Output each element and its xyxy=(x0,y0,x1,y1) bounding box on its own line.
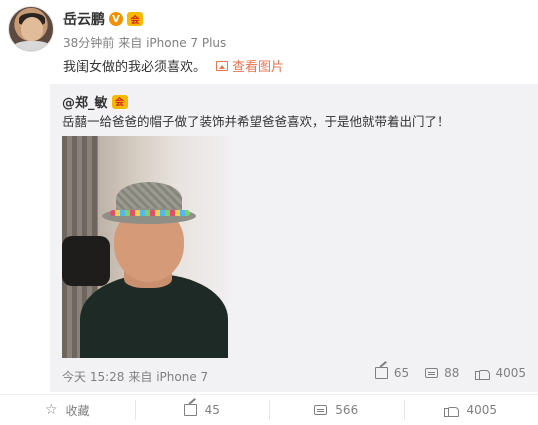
comment-icon xyxy=(314,405,328,415)
repost-comment-button[interactable]: 88 xyxy=(425,366,459,380)
comment-button[interactable]: 566 xyxy=(269,400,404,420)
repost-username[interactable]: @郑_敏 xyxy=(62,92,108,111)
repost-photo[interactable] xyxy=(62,136,228,358)
comment-icon xyxy=(425,368,439,378)
forward-icon xyxy=(374,367,388,379)
favorite-label: 收藏 xyxy=(65,403,90,418)
member-icon[interactable]: 会 xyxy=(111,94,128,109)
repost-source: 来自 iPhone 7 xyxy=(128,370,209,384)
avatar-face xyxy=(21,17,43,41)
action-bar: ☆ 收藏 45 566 4005 xyxy=(0,394,538,425)
star-icon: ☆ xyxy=(44,402,58,418)
picture-icon xyxy=(216,60,229,71)
repost-text: 岳囍一给爸爸的帽子做了装饰并希望爸爸喜欢，于是他就带着出门了！ xyxy=(62,114,450,129)
like-icon xyxy=(475,367,491,380)
member-icon[interactable]: 会 xyxy=(127,12,143,26)
post-timestamp[interactable]: 38分钟前 xyxy=(63,34,114,51)
favorite-button[interactable]: ☆ 收藏 xyxy=(0,400,135,420)
photo-hat-band xyxy=(110,210,190,216)
like-icon xyxy=(444,404,460,417)
photo-sofa xyxy=(62,236,110,286)
post-text: 我闺女做的我必须喜欢。 xyxy=(63,60,207,75)
view-picture-label: 查看图片 xyxy=(232,60,285,75)
repost-forward-count: 65 xyxy=(393,366,410,380)
repost-comment-count: 88 xyxy=(444,366,460,380)
forward-count: 45 xyxy=(204,403,220,417)
post-source: 来自 iPhone 7 Plus xyxy=(118,36,227,50)
repost-user-row: @郑_敏 会 xyxy=(62,92,128,111)
post-text-row: 我闺女做的我必须喜欢。 查看图片 xyxy=(63,56,284,75)
avatar[interactable] xyxy=(8,6,54,52)
repost-meta: 今天 15:28 来自 iPhone 7 xyxy=(62,368,208,385)
repost-forward-button[interactable]: 65 xyxy=(374,366,410,380)
repost-like-count: 4005 xyxy=(495,366,526,380)
repost-like-button[interactable]: 4005 xyxy=(475,366,526,380)
like-count: 4005 xyxy=(466,403,498,417)
author-row: 岳云鹏 V 会 xyxy=(63,10,143,28)
comment-count: 566 xyxy=(335,403,359,417)
like-button[interactable]: 4005 xyxy=(403,400,538,420)
verified-icon[interactable]: V xyxy=(109,12,123,26)
weibo-post: 岳云鹏 V 会 38分钟前 来自 iPhone 7 Plus 我闺女做的我必须喜… xyxy=(0,0,538,425)
post-meta: 38分钟前 来自 iPhone 7 Plus xyxy=(63,34,226,51)
avatar-shirt xyxy=(13,41,51,51)
forward-button[interactable]: 45 xyxy=(134,400,270,420)
repost-timestamp[interactable]: 今天 15:28 xyxy=(62,368,124,385)
author-name[interactable]: 岳云鹏 xyxy=(63,9,105,29)
repost-actions: 65 88 4005 xyxy=(374,366,526,380)
repost-card: @郑_敏 会 岳囍一给爸爸的帽子做了装饰并希望爸爸喜欢，于是他就带着出门了！ 今… xyxy=(50,84,538,392)
view-picture-link[interactable]: 查看图片 xyxy=(216,56,284,75)
forward-icon xyxy=(183,404,197,416)
